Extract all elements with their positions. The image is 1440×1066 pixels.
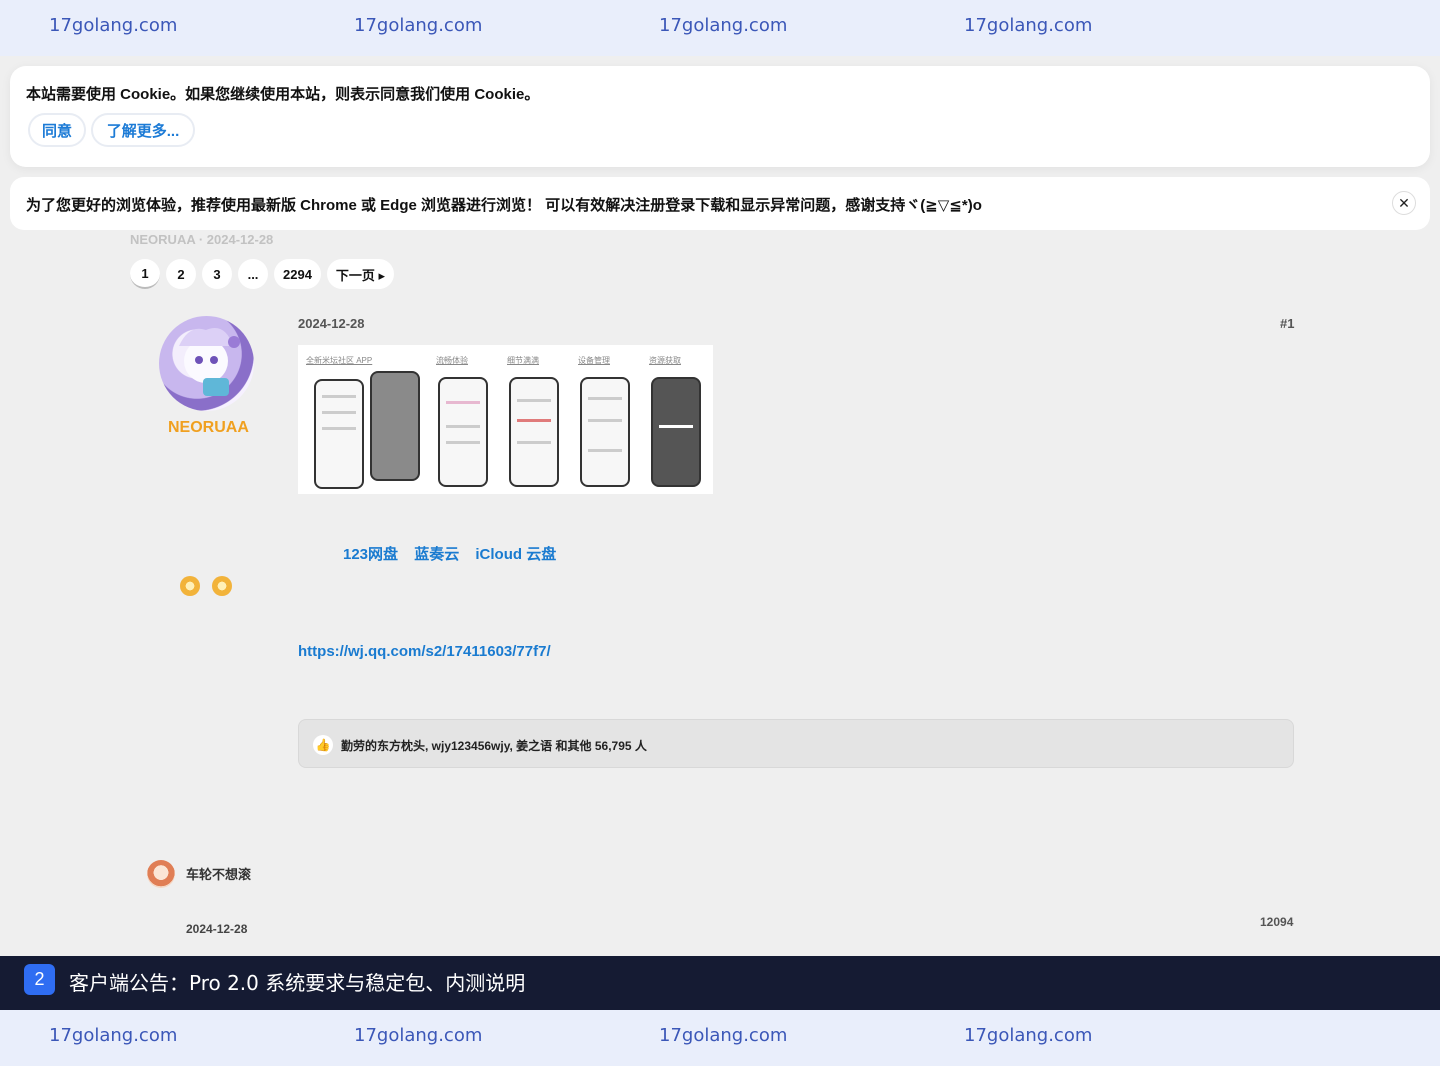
cookie-banner: 本站需要使用 Cookie。如果您继续使用本站，则表示同意我们使用 Cookie…: [10, 66, 1430, 167]
link-lanzou[interactable]: 蓝奏云: [414, 546, 459, 563]
watermark-text: 17golang.com: [354, 15, 483, 36]
close-icon[interactable]: ✕: [1392, 191, 1416, 215]
reply-username[interactable]: 车轮不想滚: [186, 864, 251, 883]
link-icloud[interactable]: iCloud 云盘: [475, 546, 556, 563]
announcement-title[interactable]: 客户端公告：Pro 2.0 系统要求与稳定包、内测说明: [69, 967, 525, 996]
avatar-illustration-icon: [179, 328, 240, 396]
page-1[interactable]: 1: [130, 259, 160, 289]
medal-icon[interactable]: [180, 576, 200, 596]
preview-caption: 设备管理: [578, 356, 610, 365]
reply-views: 12094: [1260, 915, 1294, 929]
thumbs-up-icon: 👍: [313, 735, 333, 755]
top-watermark-bar: 17golang.com 17golang.com 17golang.com 1…: [0, 0, 1440, 56]
likes-bar[interactable]: 👍 勤劳的东方枕头, wjy123456wjy, 姜之语 和其他 56,795 …: [298, 719, 1294, 768]
page-3[interactable]: 3: [202, 259, 232, 289]
app-preview-image[interactable]: 全新米坛社区 APP 流畅体验 细节满满 设备管理 资源获取: [298, 345, 713, 494]
post-number[interactable]: #1: [1280, 316, 1294, 331]
bottom-watermark-bar: 17golang.com 17golang.com 17golang.com 1…: [0, 1010, 1440, 1066]
reply-date: 2024-12-28: [186, 922, 248, 936]
announcement-badge: 2: [24, 964, 55, 995]
likes-text: 勤劳的东方枕头, wjy123456wjy, 姜之语 和其他 56,795 人: [341, 739, 647, 753]
survey-link[interactable]: https://wj.qq.com/s2/17411603/77f7/: [298, 643, 551, 660]
author-avatar[interactable]: [159, 316, 254, 411]
watermark-text: 17golang.com: [354, 1025, 483, 1046]
author-name[interactable]: NEORUAA: [168, 419, 249, 437]
post-date: 2024-12-28: [298, 316, 365, 331]
watermark-text: 17golang.com: [659, 1025, 788, 1046]
preview-caption: 全新米坛社区 APP: [306, 356, 373, 365]
announcement-bar[interactable]: 2 客户端公告：Pro 2.0 系统要求与稳定包、内测说明: [0, 956, 1440, 1010]
browser-notice-message: 为了您更好的浏览体验，推荐使用最新版 Chrome 或 Edge 浏览器进行浏览…: [26, 197, 982, 214]
next-page-button[interactable]: 下一页 ▸: [326, 259, 395, 289]
cookie-agree-button[interactable]: 同意: [28, 113, 86, 147]
topic-meta: NEORUAA · 2024-12-28: [130, 232, 274, 247]
preview-caption: 流畅体验: [436, 356, 468, 365]
reply-avatar[interactable]: [147, 860, 175, 888]
link-123pan[interactable]: 123网盘: [343, 546, 398, 563]
cookie-message: 本站需要使用 Cookie。如果您继续使用本站，则表示同意我们使用 Cookie…: [26, 86, 540, 103]
cookie-learn-more-button[interactable]: 了解更多...: [91, 113, 195, 147]
watermark-text: 17golang.com: [964, 15, 1093, 36]
watermark-text: 17golang.com: [659, 15, 788, 36]
watermark-text: 17golang.com: [49, 15, 178, 36]
page-last[interactable]: 2294: [274, 259, 321, 289]
browser-notice: 为了您更好的浏览体验，推荐使用最新版 Chrome 或 Edge 浏览器进行浏览…: [10, 177, 1430, 230]
preview-caption: 资源获取: [649, 356, 681, 365]
watermark-text: 17golang.com: [49, 1025, 178, 1046]
preview-caption: 细节满满: [507, 356, 539, 365]
page-ellipsis[interactable]: ...: [238, 259, 268, 289]
medal-icon[interactable]: [212, 576, 232, 596]
page-2[interactable]: 2: [166, 259, 196, 289]
watermark-text: 17golang.com: [964, 1025, 1093, 1046]
pagination: 1 2 3 ... 2294 下一页 ▸: [130, 259, 395, 289]
download-links: 123网盘 蓝奏云 iCloud 云盘: [343, 543, 568, 564]
